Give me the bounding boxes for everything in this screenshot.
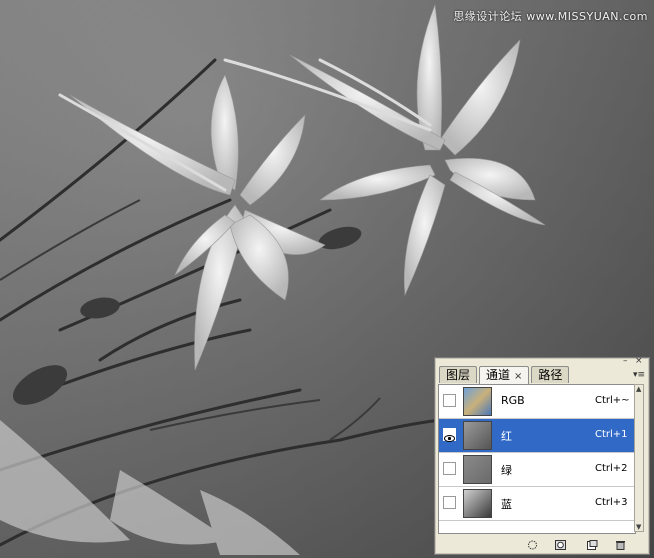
visibility-toggle[interactable] <box>443 428 456 442</box>
channel-row-green[interactable]: 绿 Ctrl+2 <box>439 453 635 487</box>
channel-row-blue[interactable]: 蓝 Ctrl+3 <box>439 487 635 521</box>
channel-list: RGB Ctrl+~ 红 Ctrl+1 绿 Ctrl+2 蓝 Ctrl+3 <box>438 384 636 534</box>
tab-channels-label: 通道 <box>486 368 511 382</box>
channel-shortcut: Ctrl+3 <box>595 497 628 508</box>
channel-thumbnail <box>463 489 492 518</box>
channel-list-scrollbar[interactable]: ▲ ▼ <box>634 384 644 532</box>
channel-shortcut: Ctrl+2 <box>595 463 628 474</box>
channel-name: 蓝 <box>501 498 512 511</box>
channels-panel: – × 图层 通道 × 路径 ▾≡ RGB Ctrl+~ 红 Ctrl+1 绿 … <box>434 356 650 555</box>
close-icon[interactable]: × <box>635 356 643 366</box>
save-selection-as-channel-icon[interactable] <box>555 540 566 550</box>
channel-name: RGB <box>501 394 525 407</box>
tab-channels[interactable]: 通道 × <box>479 366 530 384</box>
panel-bottom-toolbar <box>435 536 649 554</box>
eye-icon <box>444 435 455 442</box>
channel-shortcut: Ctrl+1 <box>595 429 628 440</box>
tab-paths[interactable]: 路径 <box>531 366 570 383</box>
delete-channel-icon[interactable] <box>615 540 626 550</box>
visibility-toggle[interactable] <box>443 462 456 475</box>
watermark-text: 思缘设计论坛 www.MISSYUAN.com <box>453 10 648 23</box>
canvas-photo: 思缘设计论坛 www.MISSYUAN.com – × 图层 通道 × 路径 ▾≡… <box>0 0 654 558</box>
tab-paths-label: 路径 <box>538 368 563 382</box>
channel-thumbnail <box>463 421 492 450</box>
channel-thumbnail <box>463 455 492 484</box>
scroll-up-icon[interactable]: ▲ <box>636 385 641 393</box>
channel-shortcut: Ctrl+~ <box>595 395 630 406</box>
channel-thumbnail <box>463 387 492 416</box>
panel-titlebar: – × <box>435 356 649 366</box>
channel-name: 绿 <box>501 464 512 477</box>
visibility-toggle[interactable] <box>443 394 456 407</box>
tab-layers-label: 图层 <box>446 368 471 382</box>
load-channel-as-selection-icon[interactable] <box>527 540 538 550</box>
panel-menu-icon[interactable]: ▾≡ <box>633 370 645 380</box>
new-channel-icon[interactable] <box>587 540 598 550</box>
panel-tabs: 图层 通道 × 路径 <box>439 366 571 384</box>
tab-layers[interactable]: 图层 <box>439 366 478 383</box>
minimize-icon[interactable]: – <box>623 356 628 366</box>
visibility-toggle[interactable] <box>443 496 456 509</box>
scroll-down-icon[interactable]: ▼ <box>636 523 641 531</box>
tab-close-icon[interactable]: × <box>514 371 522 382</box>
channel-name: 红 <box>501 430 512 443</box>
channel-row-red[interactable]: 红 Ctrl+1 <box>439 419 635 453</box>
channel-row-rgb[interactable]: RGB Ctrl+~ <box>439 385 635 419</box>
